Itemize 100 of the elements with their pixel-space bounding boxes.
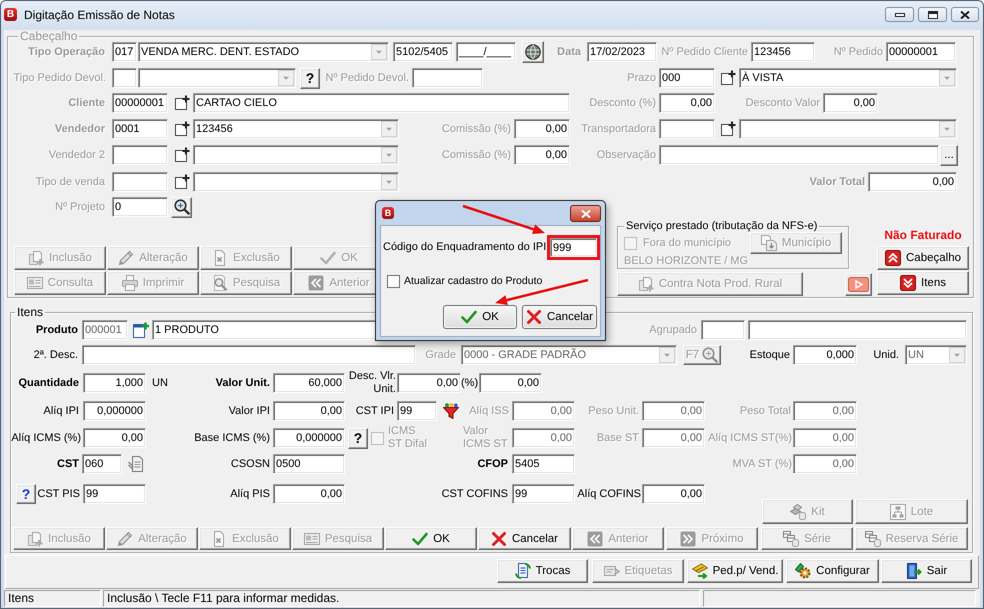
input-field[interactable] [112,68,137,88]
ok-button[interactable]: OK [443,305,517,329]
settings-button[interactable]: Configurar [786,559,879,583]
boxes-icon [864,530,881,546]
dropdown-field[interactable] [193,145,399,165]
gear-icon [795,563,812,579]
close-icon [960,10,970,18]
minimize-button[interactable] [885,7,914,22]
input-field[interactable] [412,68,483,88]
field-label: CST PIS [37,488,80,500]
new-document-icon[interactable] [174,95,190,111]
field-label: Alíq COFINS [577,488,641,500]
new-document-icon[interactable] [174,121,190,137]
field-label: Unid. [873,348,899,362]
field-label: Tipo Pedido Devol. [13,72,106,84]
dropdown-field[interactable] [193,172,399,192]
double-chevron-right-icon [680,530,696,546]
card-icon [304,530,320,546]
door-icon [906,563,922,579]
input-field[interactable]: 5405 [512,454,575,474]
field-label: Prazo [627,72,656,84]
caret-icon [939,70,955,86]
maximize-button[interactable] [918,7,947,22]
label-icon [604,563,620,579]
field-label: Estoque [750,348,790,362]
input-field[interactable]: 99 [397,401,437,421]
app-logo: B [382,207,394,219]
funnel-icon[interactable] [443,403,459,419]
group-title: Serviço prestado (tributação da NFS-e) [625,220,818,232]
minimize-icon [894,12,904,16]
help-button[interactable]: ? [348,428,368,448]
cancel-button[interactable]: Cancelar [522,305,597,329]
field-label: MVA ST (%) [732,458,792,470]
input-field[interactable] [701,320,745,340]
caret-icon [381,121,397,137]
field-label: Alíq IPI [44,404,79,418]
add-document-icon [638,276,654,292]
input-field[interactable]: 0,000000 [83,401,146,421]
input-field[interactable]: 99 [512,484,575,504]
input-field[interactable]: 60,000 [273,373,345,393]
exchange-button[interactable]: Trocas [497,559,588,583]
checkbox[interactable] [387,275,400,288]
hierarchy-icon [890,504,906,520]
search-icon [212,275,228,291]
search-icon [702,347,718,363]
checkbox-label: Atualizar cadastro do Produto [404,275,542,288]
vendor-order-button[interactable]: Ped.p/ Vend. [687,559,783,583]
field-label: Peso Unit. [588,404,639,418]
new-document-icon[interactable] [720,121,736,137]
input-field[interactable]: 0,00 [273,401,345,421]
close-button[interactable] [951,7,979,22]
input-field[interactable]: 0,000000 [273,428,345,448]
dropdown-field[interactable] [138,68,296,88]
window-title: Digitação Emissão de Notas [24,8,175,23]
input-field[interactable]: 0,00 [642,484,705,504]
input-field[interactable] [659,145,939,165]
input-field[interactable] [659,119,715,139]
search-button[interactable] [171,196,192,218]
field-label: CST COFINS [442,488,508,500]
input-field[interactable] [82,345,416,365]
field-label: Desconto Valor [746,96,820,110]
document-icon[interactable] [128,456,144,472]
status-panel: Itens [4,590,101,607]
dropdown-field[interactable] [739,119,957,139]
play-button[interactable] [845,272,872,296]
field-label: Desc. Vlr. Unit. [348,370,396,396]
new-document-icon[interactable] [174,147,190,163]
input-field[interactable] [748,320,967,340]
close-button[interactable] [570,205,601,222]
add-document-icon [27,530,44,546]
group-title: Cabeçalho [19,30,78,42]
input-field[interactable]: 99 [83,484,146,504]
boxes-icon [790,504,806,520]
input-field[interactable]: 060 [82,454,122,474]
input-field[interactable]: 0,00 [479,373,542,393]
caret-icon [949,347,965,363]
input-field[interactable]: 0,00 [83,428,146,448]
ok-button[interactable]: OK [385,527,477,550]
caret-icon [659,347,675,363]
input-field[interactable]: 0,00 [397,373,461,393]
new-document-icon[interactable] [174,174,190,190]
app-logo: B [4,8,17,21]
field-label: Alíq PIS [230,488,270,500]
field-label: Tipo de venda [36,176,105,188]
input-field[interactable]: 0500 [273,454,345,474]
cancel-button[interactable]: Cancelar [478,527,571,550]
maximize-icon [928,10,938,18]
help-button[interactable]: ? [16,484,36,504]
document-arrows-icon [514,563,531,579]
input-field[interactable]: 999 [550,238,597,257]
input-field[interactable]: 0,00 [273,484,345,504]
web-button[interactable] [522,41,544,63]
input-field[interactable]: 1,000 [83,373,146,393]
check-icon [412,530,428,546]
add-document-icon[interactable] [133,322,149,338]
input-field[interactable] [112,172,168,192]
exit-button[interactable]: Sair [881,559,972,583]
new-document-icon[interactable] [720,70,736,86]
input-field[interactable] [112,145,168,165]
input-field[interactable]: 0,000 [793,345,857,365]
